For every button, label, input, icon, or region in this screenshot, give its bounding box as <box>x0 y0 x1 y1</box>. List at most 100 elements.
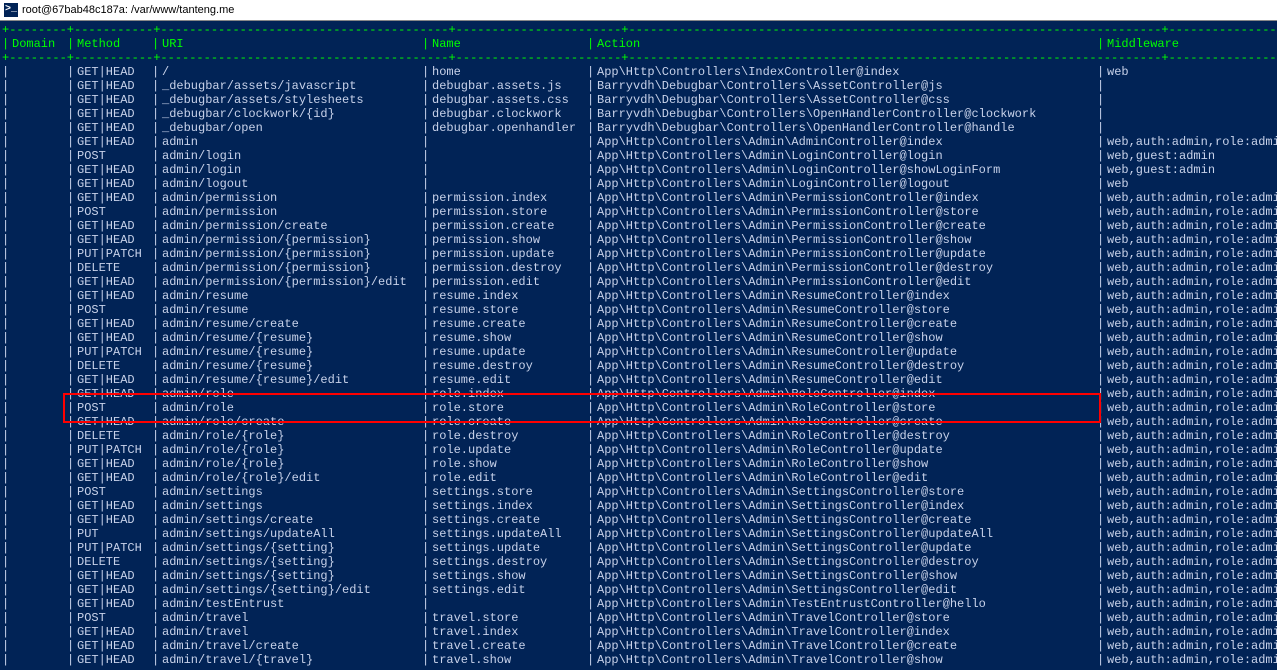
method-cell: GET|HEAD <box>75 233 150 247</box>
domain-cell <box>10 345 65 359</box>
middleware-cell: web,auth:admin,role:admin <box>1105 345 1277 359</box>
domain-cell <box>10 401 65 415</box>
method-cell: POST <box>75 205 150 219</box>
method-cell: GET|HEAD <box>75 569 150 583</box>
window-title-bar[interactable]: >_ root@67bab48c187a: /var/www/tanteng.m… <box>0 0 1277 21</box>
route-row: ||POST|admin/permission|permission.store… <box>0 205 1277 219</box>
action-cell: App\Http\Controllers\Admin\SettingsContr… <box>595 555 1095 569</box>
uri-cell: _debugbar/assets/stylesheets <box>160 93 420 107</box>
domain-cell <box>10 303 65 317</box>
uri-cell: admin/resume/{resume}/edit <box>160 373 420 387</box>
name-cell: settings.updateAll <box>430 527 585 541</box>
method-cell: GET|HEAD <box>75 177 150 191</box>
route-row: ||GET|HEAD|admin/permission/{permission}… <box>0 275 1277 289</box>
uri-cell: admin/role/create <box>160 415 420 429</box>
uri-cell: _debugbar/clockwork/{id} <box>160 107 420 121</box>
route-row: ||POST|admin/settings|settings.store|App… <box>0 485 1277 499</box>
middleware-cell: web,auth:admin,role:admin <box>1105 373 1277 387</box>
action-cell: App\Http\Controllers\Admin\TravelControl… <box>595 639 1095 653</box>
col-method: Method <box>75 37 150 51</box>
domain-cell <box>10 583 65 597</box>
action-cell: App\Http\Controllers\Admin\RoleControlle… <box>595 471 1095 485</box>
method-cell: GET|HEAD <box>75 653 150 667</box>
uri-cell: admin/permission/create <box>160 219 420 233</box>
middleware-cell: web,guest:admin <box>1105 163 1277 177</box>
name-cell <box>430 135 585 149</box>
window-title: root@67bab48c187a: /var/www/tanteng.me <box>22 0 234 20</box>
domain-cell <box>10 359 65 373</box>
action-cell: App\Http\Controllers\Admin\RoleControlle… <box>595 415 1095 429</box>
name-cell: home <box>430 65 585 79</box>
uri-cell: admin/travel/create <box>160 639 420 653</box>
name-cell: settings.show <box>430 569 585 583</box>
domain-cell <box>10 387 65 401</box>
action-cell: App\Http\Controllers\Admin\RoleControlle… <box>595 443 1095 457</box>
method-cell: DELETE <box>75 555 150 569</box>
uri-cell: admin/resume/{resume} <box>160 345 420 359</box>
powershell-icon: >_ <box>4 3 18 17</box>
method-cell: PUT|PATCH <box>75 345 150 359</box>
method-cell: GET|HEAD <box>75 583 150 597</box>
action-cell: App\Http\Controllers\Admin\LoginControll… <box>595 177 1095 191</box>
name-cell: resume.create <box>430 317 585 331</box>
uri-cell: admin/permission/{permission}/edit <box>160 275 420 289</box>
uri-cell: admin <box>160 135 420 149</box>
route-row: ||GET|HEAD|admin/travel|travel.index|App… <box>0 625 1277 639</box>
name-cell: role.edit <box>430 471 585 485</box>
action-cell: App\Http\Controllers\Admin\ResumeControl… <box>595 345 1095 359</box>
uri-cell: admin/resume/create <box>160 317 420 331</box>
name-cell <box>430 597 585 611</box>
action-cell: App\Http\Controllers\Admin\ResumeControl… <box>595 289 1095 303</box>
col-domain: Domain <box>10 37 65 51</box>
route-row: ||GET|HEAD|admin/resume/{resume}/edit|re… <box>0 373 1277 387</box>
method-cell: GET|HEAD <box>75 625 150 639</box>
method-cell: GET|HEAD <box>75 289 150 303</box>
route-row: ||PUT|PATCH|admin/resume/{resume}|resume… <box>0 345 1277 359</box>
method-cell: GET|HEAD <box>75 387 150 401</box>
name-cell: resume.store <box>430 303 585 317</box>
method-cell: GET|HEAD <box>75 191 150 205</box>
route-row: ||GET|HEAD|admin/travel/{travel}|travel.… <box>0 653 1277 667</box>
name-cell: travel.create <box>430 639 585 653</box>
method-cell: GET|HEAD <box>75 65 150 79</box>
domain-cell <box>10 443 65 457</box>
method-cell: DELETE <box>75 261 150 275</box>
domain-cell <box>10 597 65 611</box>
domain-cell <box>10 639 65 653</box>
route-row: ||PUT|PATCH|admin/permission/{permission… <box>0 247 1277 261</box>
domain-cell <box>10 121 65 135</box>
domain-cell <box>10 541 65 555</box>
action-cell: App\Http\Controllers\Admin\SettingsContr… <box>595 527 1095 541</box>
col-action: Action <box>595 37 1095 51</box>
uri-cell: admin/permission/{permission} <box>160 247 420 261</box>
middleware-cell: web,auth:admin,role:admin <box>1105 191 1277 205</box>
method-cell: GET|HEAD <box>75 597 150 611</box>
middleware-cell: web,auth:admin,role:admin <box>1105 541 1277 555</box>
action-cell: App\Http\Controllers\Admin\PermissionCon… <box>595 219 1095 233</box>
uri-cell: admin/settings/{setting} <box>160 541 420 555</box>
uri-cell: admin/login <box>160 149 420 163</box>
domain-cell <box>10 611 65 625</box>
domain-cell <box>10 79 65 93</box>
name-cell: role.update <box>430 443 585 457</box>
uri-cell: admin/settings/{setting} <box>160 555 420 569</box>
uri-cell: admin/logout <box>160 177 420 191</box>
terminal-output[interactable]: +--------+-----------+------------------… <box>0 21 1277 667</box>
middleware-cell: web,auth:admin,role:admin <box>1105 219 1277 233</box>
route-row: ||GET|HEAD|admin/settings/create|setting… <box>0 513 1277 527</box>
middleware-cell: web,auth:admin,role:admin <box>1105 625 1277 639</box>
route-row: ||DELETE|admin/role/{role}|role.destroy|… <box>0 429 1277 443</box>
domain-cell <box>10 219 65 233</box>
middleware-cell: web,guest:admin <box>1105 149 1277 163</box>
middleware-cell: web,auth:admin,role:admin <box>1105 303 1277 317</box>
middleware-cell: web,auth:admin,role:admin <box>1105 499 1277 513</box>
col-middleware: Middleware <box>1105 37 1277 51</box>
name-cell: settings.create <box>430 513 585 527</box>
domain-cell <box>10 135 65 149</box>
action-cell: App\Http\Controllers\Admin\PermissionCon… <box>595 233 1095 247</box>
name-cell: resume.show <box>430 331 585 345</box>
domain-cell <box>10 653 65 667</box>
route-row: ||GET|HEAD|admin/resume/{resume}|resume.… <box>0 331 1277 345</box>
action-cell: App\Http\Controllers\Admin\AdminControll… <box>595 135 1095 149</box>
domain-cell <box>10 317 65 331</box>
